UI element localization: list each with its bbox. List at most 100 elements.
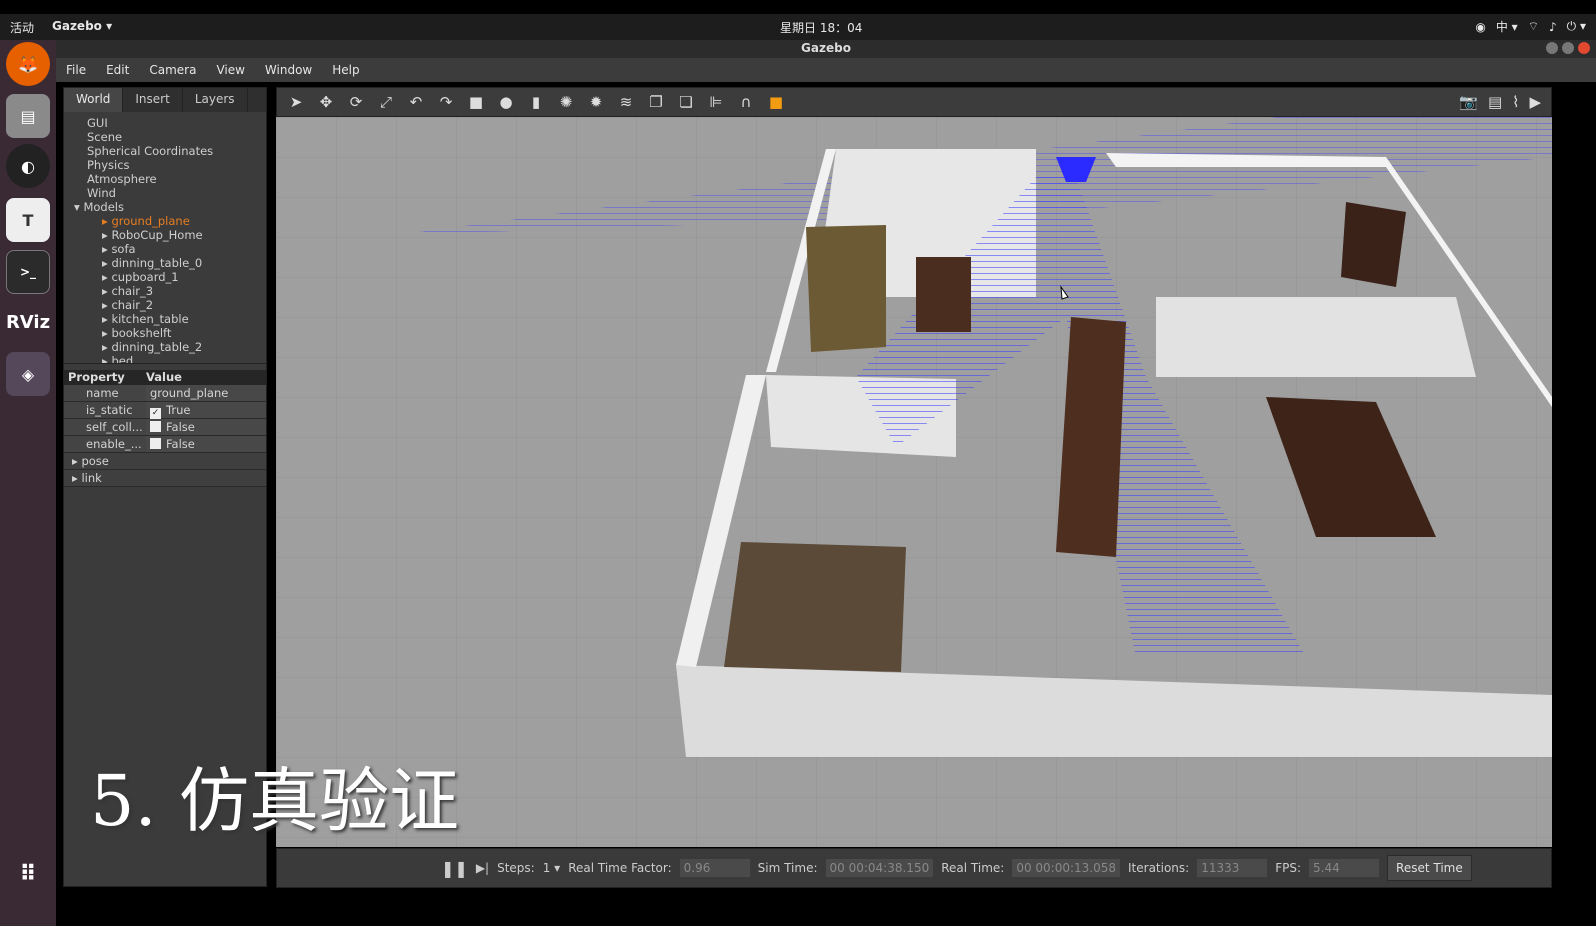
gazebo-icon[interactable]: ◈ — [6, 352, 50, 396]
show-apps-icon[interactable]: ⠿ — [6, 852, 50, 896]
menu-file[interactable]: File — [66, 63, 86, 77]
spot-light-icon[interactable]: ✹ — [585, 91, 607, 113]
menu-window[interactable]: Window — [265, 63, 312, 77]
model-label: cupboard_1 — [111, 270, 179, 284]
property-group[interactable]: ▸ pose — [64, 453, 266, 470]
files-icon[interactable]: ▤ — [6, 94, 50, 138]
box-shape-icon[interactable]: ■ — [465, 91, 487, 113]
tree-item-wind[interactable]: Wind — [70, 186, 266, 200]
property-value[interactable]: ground_plane — [146, 385, 266, 401]
select-arrow-icon[interactable]: ➤ — [285, 91, 307, 113]
scene-viewport[interactable] — [276, 117, 1552, 847]
reset-time-button[interactable]: Reset Time — [1387, 855, 1472, 881]
checkbox-checked[interactable]: ✓ — [150, 408, 161, 419]
property-row[interactable]: enable_... False — [64, 436, 266, 453]
tab-insert[interactable]: Insert — [123, 88, 183, 112]
step-icon[interactable]: ▶| — [476, 861, 489, 875]
cylinder-shape-icon[interactable]: ▮ — [525, 91, 547, 113]
tab-layers[interactable]: Layers — [183, 88, 248, 112]
panel-tabs: World Insert Layers — [64, 88, 266, 112]
video-record-icon[interactable]: ▶ — [1529, 93, 1541, 111]
align-icon[interactable]: ⊫ — [705, 91, 727, 113]
rviz-icon[interactable]: RViz — [6, 300, 50, 344]
window-titlebar[interactable]: Gazebo — [56, 40, 1596, 58]
menu-edit[interactable]: Edit — [106, 63, 129, 77]
color-picker-icon[interactable]: ■ — [765, 91, 787, 113]
redo-icon[interactable]: ↷ — [435, 91, 457, 113]
directional-light-icon[interactable]: ≋ — [615, 91, 637, 113]
firefox-icon[interactable]: 🦊 — [6, 42, 50, 86]
tab-world[interactable]: World — [64, 88, 124, 112]
tree-model-item[interactable]: ▸ cupboard_1 — [70, 270, 266, 284]
point-light-icon[interactable]: ✺ — [555, 91, 577, 113]
rtf-label: Real Time Factor: — [568, 861, 672, 875]
volume-icon[interactable]: ♪ — [1549, 20, 1557, 34]
tree-model-item[interactable]: ▸ bed — [70, 354, 266, 363]
model-label: kitchen_table — [111, 312, 189, 326]
sphere-shape-icon[interactable]: ● — [495, 91, 517, 113]
property-value-cell[interactable]: False — [146, 436, 266, 452]
maximize-button[interactable] — [1562, 42, 1574, 54]
fps-value: 5.44 — [1309, 859, 1380, 877]
obs-tray-icon[interactable]: ◉ — [1475, 20, 1485, 34]
checkbox-unchecked[interactable] — [150, 421, 161, 432]
property-value-cell[interactable]: ✓ True — [146, 402, 266, 419]
tree-model-item[interactable]: ▸ dinning_table_0 — [70, 256, 266, 270]
tree-model-item[interactable]: ▸ dinning_table_2 — [70, 340, 266, 354]
models-label: Models — [83, 200, 124, 214]
power-icon[interactable]: ⏻ ▾ — [1567, 19, 1586, 34]
tree-item-scene[interactable]: Scene — [70, 130, 266, 144]
tree-item-atmosphere[interactable]: Atmosphere — [70, 172, 266, 186]
clock[interactable]: 星期日 18：04 — [780, 19, 862, 36]
tree-model-item[interactable]: ▸ ground_plane — [70, 214, 266, 228]
wifi-icon[interactable]: ⌔ — [1528, 19, 1539, 34]
activities-button[interactable]: 活动 — [10, 19, 34, 36]
app-menu[interactable]: Gazebo ▾ — [52, 19, 112, 33]
terminal-icon[interactable]: >_ — [6, 250, 50, 294]
rotate-icon[interactable]: ⟳ — [345, 91, 367, 113]
menu-help[interactable]: Help — [332, 63, 359, 77]
tree-model-item[interactable]: ▸ sofa — [70, 242, 266, 256]
tree-item-gui[interactable]: GUI — [70, 116, 266, 130]
typora-icon[interactable]: T — [6, 198, 50, 242]
input-method-indicator[interactable]: 中 ▾ — [1496, 18, 1518, 35]
tree-model-item[interactable]: ▸ RoboCup_Home — [70, 228, 266, 242]
property-group[interactable]: ▸ link — [64, 470, 266, 487]
group-label: link — [81, 471, 102, 485]
obs-icon[interactable]: ◐ — [6, 144, 50, 188]
pause-icon[interactable]: ❚❚ — [441, 859, 468, 878]
checkbox-unchecked[interactable] — [150, 438, 161, 449]
property-row[interactable]: self_coll... False — [64, 419, 266, 436]
tree-model-item[interactable]: ▸ kitchen_table — [70, 312, 266, 326]
tree-item-physics[interactable]: Physics — [70, 158, 266, 172]
menu-camera[interactable]: Camera — [149, 63, 196, 77]
tree-item-spherical-coordinates[interactable]: Spherical Coordinates — [70, 144, 266, 158]
scale-icon[interactable]: ⤢ — [375, 91, 397, 113]
snap-icon[interactable]: ∩ — [735, 91, 757, 113]
system-tray[interactable]: ◉ 中 ▾ ⌔ ♪ ⏻ ▾ — [1475, 18, 1586, 35]
plot-icon[interactable]: ⌇ — [1512, 93, 1519, 111]
property-value: False — [166, 437, 195, 451]
menu-view[interactable]: View — [216, 63, 244, 77]
model-label: sofa — [111, 242, 136, 256]
property-key: is_static — [64, 402, 146, 418]
property-value-cell[interactable]: False — [146, 419, 266, 435]
terminal-label: >_ — [19, 265, 37, 279]
minimize-button[interactable] — [1546, 42, 1558, 54]
close-button[interactable] — [1578, 42, 1590, 54]
property-row[interactable]: name ground_plane — [64, 385, 266, 402]
paste-icon[interactable]: ❏ — [675, 91, 697, 113]
undo-icon[interactable]: ↶ — [405, 91, 427, 113]
copy-icon[interactable]: ❐ — [645, 91, 667, 113]
tree-model-item[interactable]: ▸ chair_3 — [70, 284, 266, 298]
log-icon[interactable]: ▤ — [1488, 93, 1502, 111]
translate-icon[interactable]: ✥ — [315, 91, 337, 113]
tree-model-item[interactable]: ▸ bookshelft — [70, 326, 266, 340]
model-label: ground_plane — [111, 214, 190, 228]
steps-dropdown[interactable]: 1 ▾ — [543, 861, 560, 875]
property-row[interactable]: is_static ✓ True — [64, 402, 266, 419]
tree-model-item[interactable]: ▸ chair_2 — [70, 298, 266, 312]
tree-item-models[interactable]: ▾ Models — [70, 200, 266, 214]
camera-screenshot-icon[interactable]: 📷 — [1459, 93, 1478, 111]
world-tree[interactable]: GUI Scene Spherical Coordinates Physics … — [64, 112, 266, 364]
